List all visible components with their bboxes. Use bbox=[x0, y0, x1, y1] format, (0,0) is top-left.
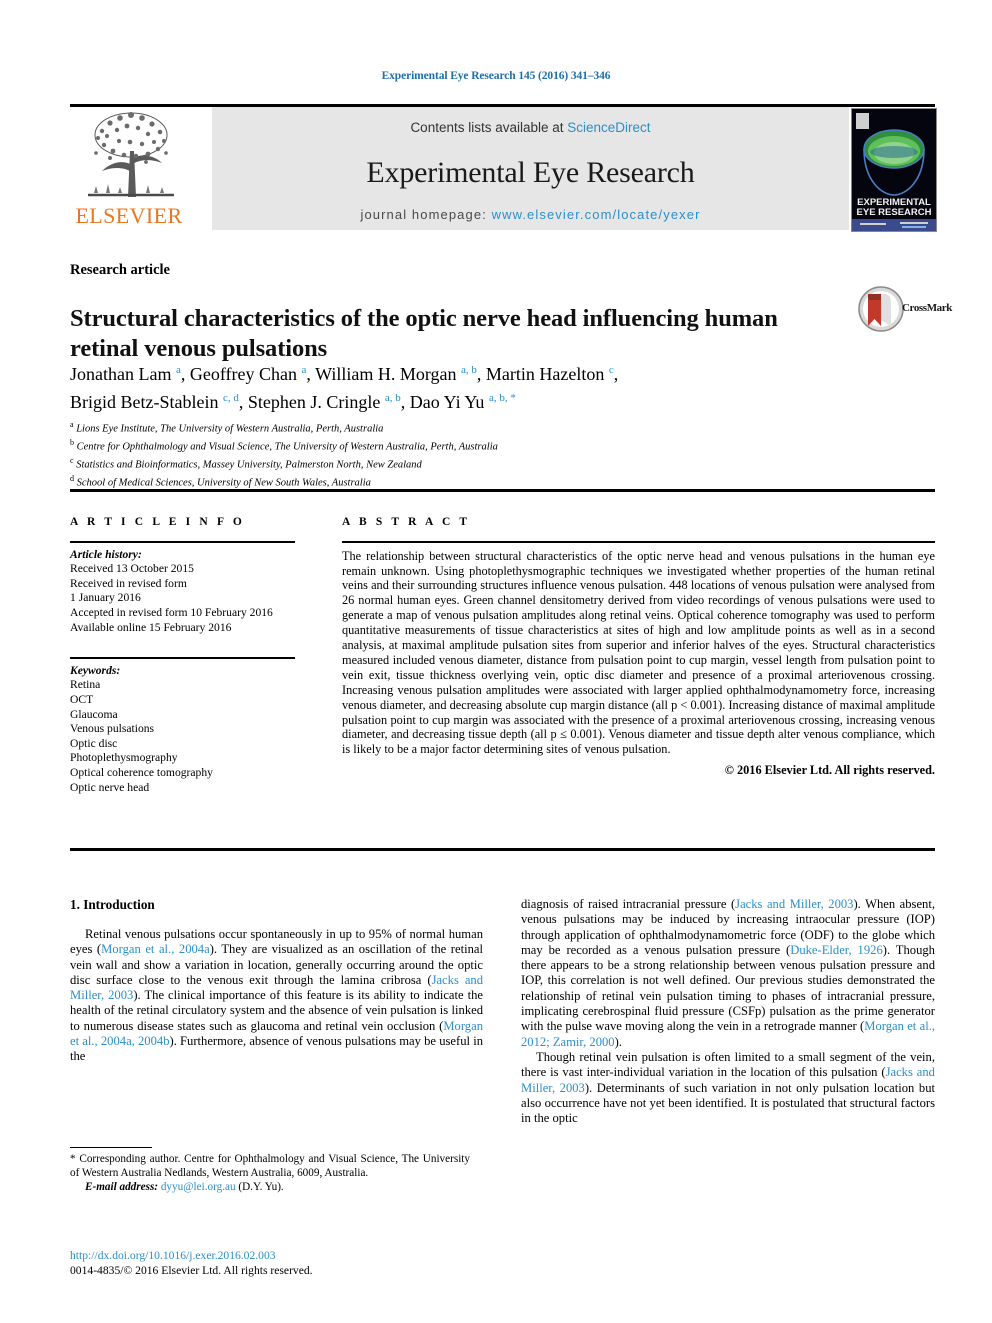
affiliation-text: Lions Eye Institute, The University of W… bbox=[76, 423, 384, 435]
citation-link[interactable]: Morgan et al., 2004a, 2004b bbox=[70, 1019, 483, 1048]
affiliation-item: b Centre for Ophthalmology and Visual Sc… bbox=[70, 436, 870, 454]
page-title: Structural characteristics of the optic … bbox=[70, 305, 778, 363]
affiliation-item: c Statistics and Bioinformatics, Massey … bbox=[70, 454, 870, 472]
journal-title: Experimental Eye Research bbox=[366, 156, 695, 189]
abstract-copyright: © 2016 Elsevier Ltd. All rights reserved… bbox=[724, 763, 935, 778]
footnote-rule bbox=[70, 1147, 152, 1149]
doi-link[interactable]: http://dx.doi.org/10.1016/j.exer.2016.02… bbox=[70, 1248, 490, 1263]
crossmark-icon bbox=[858, 286, 904, 332]
affiliation-item: a Lions Eye Institute, The University of… bbox=[70, 418, 870, 436]
author-line-1: Jonathan Lam a, Geoffrey Chan a, William… bbox=[70, 364, 619, 384]
history-line: 1 January 2016 bbox=[70, 591, 141, 605]
body-column-left: 1. Introduction Retinal venous pulsation… bbox=[70, 897, 483, 1065]
abstract-heading: A B S T R A C T bbox=[342, 516, 471, 528]
citation-link[interactable]: Morgan et al., 2004a bbox=[70, 1019, 483, 1048]
running-head: Experimental Eye Research 145 (2016) 341… bbox=[381, 70, 611, 82]
citation-link[interactable]: Jacks and Miller, 2003 bbox=[735, 897, 853, 911]
history-line: Received in revised form bbox=[70, 576, 187, 590]
history-line: Accepted in revised form 10 February 201… bbox=[70, 605, 273, 619]
abstract-rule bbox=[342, 541, 935, 543]
email-line: E-mail address: dyyu@lei.org.au (D.Y. Yu… bbox=[70, 1180, 470, 1194]
body-column-right: diagnosis of raised intracranial pressur… bbox=[521, 897, 935, 1126]
contents-available-line: Contents lists available at ScienceDirec… bbox=[212, 120, 849, 135]
sciencedirect-band: Contents lists available at ScienceDirec… bbox=[212, 107, 849, 230]
issn-copyright: 0014-4835/© 2016 Elsevier Ltd. All right… bbox=[70, 1264, 313, 1277]
abstract-text: The relationship between structural char… bbox=[342, 548, 935, 757]
intro-paragraph-left: Retinal venous pulsations occur spontane… bbox=[70, 927, 483, 1064]
keywords-label: Keywords: bbox=[70, 663, 121, 677]
email-link[interactable]: dyyu@lei.org.au bbox=[161, 1181, 236, 1193]
elsevier-tree-icon bbox=[76, 109, 182, 201]
keyword-item: OCT bbox=[70, 692, 94, 706]
email-owner: (D.Y. Yu). bbox=[238, 1181, 284, 1194]
crossmark-badge[interactable]: CrossMark bbox=[858, 286, 952, 336]
intro-paragraph-right-1: diagnosis of raised intracranial pressur… bbox=[521, 897, 936, 1049]
keywords-list: Keywords: Retina OCT Glaucoma Venous pul… bbox=[70, 664, 320, 795]
journal-masthead: ELSEVIER Contents lists available at Sci… bbox=[70, 107, 937, 232]
journal-homepage-label: journal homepage: bbox=[360, 207, 492, 222]
keyword-item: Glaucoma bbox=[70, 707, 118, 721]
affiliation-marker: a bbox=[70, 420, 74, 429]
citation-link[interactable]: Morgan et al., 2004a bbox=[101, 942, 210, 956]
crossmark-label: CrossMark bbox=[902, 302, 952, 314]
affiliation-marker: c bbox=[70, 455, 74, 465]
author-line-2: Brigid Betz-Stablein c, d, Stephen J. Cr… bbox=[70, 392, 516, 412]
history-line: Available online 15 February 2016 bbox=[70, 620, 232, 634]
doi-block: http://dx.doi.org/10.1016/j.exer.2016.02… bbox=[70, 1248, 490, 1278]
citation-link[interactable]: Jacks and Miller, 2003 bbox=[521, 1065, 935, 1094]
affiliation-item: d School of Medical Sciences, University… bbox=[70, 472, 870, 490]
citation-link[interactable]: Duke-Elder, 1926 bbox=[790, 943, 883, 957]
contents-available-label: Contents lists available at bbox=[410, 120, 568, 135]
citation-link[interactable]: Jacks and Miller, 2003 bbox=[70, 973, 483, 1002]
journal-homepage-line: journal homepage: www.elsevier.com/locat… bbox=[212, 207, 849, 222]
abstract-column: The relationship between structural char… bbox=[342, 541, 935, 778]
article-info-column: Article history: Received 13 October 201… bbox=[70, 541, 320, 795]
keyword-item: Optic nerve head bbox=[70, 780, 150, 794]
elsevier-logo: ELSEVIER bbox=[70, 107, 188, 232]
email-label: E-mail address: bbox=[85, 1181, 159, 1194]
intro-paragraph-right-2: Though retinal vein pulsation is often l… bbox=[521, 1049, 935, 1126]
section-heading-introduction: 1. Introduction bbox=[70, 897, 155, 912]
keyword-item: Optic disc bbox=[70, 736, 118, 750]
article-info-rule bbox=[70, 541, 295, 543]
corresponding-marker: * bbox=[70, 1153, 76, 1165]
history-line: Received 13 October 2015 bbox=[70, 562, 194, 576]
article-history: Article history: Received 13 October 201… bbox=[70, 548, 320, 636]
affiliation-marker: b bbox=[70, 437, 74, 447]
article-type-label: Research article bbox=[70, 262, 170, 278]
journal-article-page: Experimental Eye Research 145 (2016) 341… bbox=[0, 0, 992, 1323]
keyword-item: Retina bbox=[70, 678, 101, 692]
article-info-heading: A R T I C L E I N F O bbox=[70, 516, 245, 528]
affiliation-text: Centre for Ophthalmology and Visual Scie… bbox=[76, 441, 498, 453]
affiliation-marker: d bbox=[70, 473, 74, 483]
svg-text:EYE RESEARCH: EYE RESEARCH bbox=[857, 207, 932, 218]
elsevier-wordmark: ELSEVIER bbox=[75, 203, 183, 228]
keyword-item: Optical coherence tomography bbox=[70, 765, 213, 779]
journal-homepage-link[interactable]: www.elsevier.com/locate/yexer bbox=[492, 207, 701, 222]
affiliation-text: Statistics and Bioinformatics, Massey Un… bbox=[76, 459, 422, 471]
author-list: Jonathan Lam a, Geoffrey Chan a, William… bbox=[70, 358, 860, 414]
keywords-rule bbox=[70, 657, 295, 659]
keyword-item: Photoplethysmography bbox=[70, 751, 178, 765]
keyword-item: Venous pulsations bbox=[70, 722, 155, 736]
journal-cover-thumbnail: EXPERIMENTAL EYE RESEARCH bbox=[851, 108, 937, 232]
corresponding-author-footnote: * Corresponding author. Centre for Ophth… bbox=[70, 1152, 470, 1195]
abstract-block-bottom-rule bbox=[70, 848, 935, 851]
affiliation-text: School of Medical Sciences, University o… bbox=[76, 477, 371, 489]
corresponding-text: Corresponding author. Centre for Ophthal… bbox=[70, 1153, 471, 1180]
sciencedirect-link[interactable]: ScienceDirect bbox=[567, 120, 650, 135]
abstract-block-top-rule bbox=[70, 489, 935, 492]
article-history-label: Article history: bbox=[70, 547, 142, 561]
affiliation-list: a Lions Eye Institute, The University of… bbox=[70, 418, 870, 490]
citation-link[interactable]: Morgan et al., 2012; Zamir, 2000 bbox=[521, 1019, 935, 1048]
